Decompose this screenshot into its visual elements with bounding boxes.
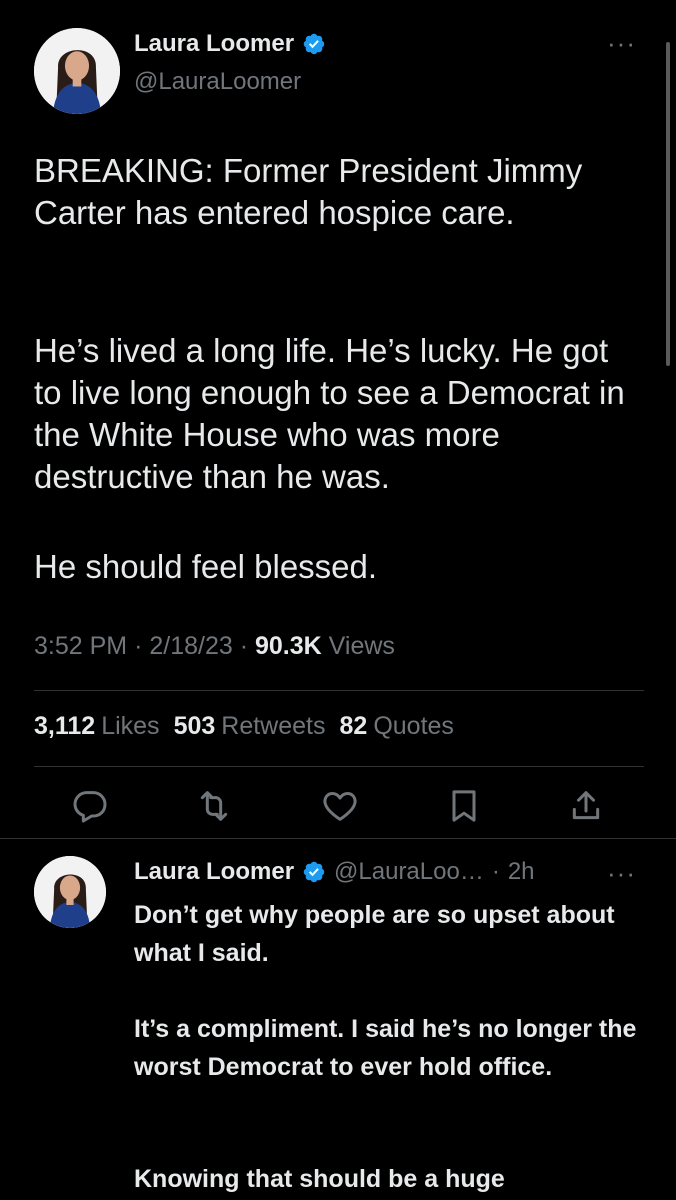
reply-paragraph: Don’t get why people are so upset about …: [134, 901, 615, 967]
retweet-icon[interactable]: [194, 786, 234, 826]
author-handle[interactable]: @LauraLoo…: [334, 858, 484, 886]
tweet-date[interactable]: 2/18/23: [149, 632, 232, 660]
author-handle[interactable]: @LauraLoomer: [134, 68, 301, 96]
share-icon[interactable]: [566, 786, 606, 826]
divider: [34, 766, 644, 767]
verified-badge-icon: [302, 32, 326, 56]
like-icon[interactable]: [320, 786, 360, 826]
engagement-stats: 3,112 Likes 503 Retweets 82 Quotes: [34, 712, 454, 741]
tweet-paragraph: He should feel blessed.: [34, 548, 378, 585]
more-options-icon[interactable]: ···: [607, 28, 636, 59]
tweet-time[interactable]: 3:52 PM: [34, 632, 127, 660]
reply-paragraph: It’s a compliment. I said he’s no longer…: [134, 1015, 637, 1081]
tweet-paragraph: BREAKING: Former President Jimmy Carter …: [34, 152, 583, 231]
author-name[interactable]: Laura Loomer: [134, 30, 294, 58]
author-name[interactable]: Laura Loomer: [134, 858, 294, 886]
likes-stat[interactable]: 3,112 Likes: [34, 712, 160, 741]
avatar[interactable]: [34, 856, 106, 928]
avatar[interactable]: [34, 28, 120, 114]
action-bar: [70, 786, 610, 826]
views-count: 90.3K: [255, 632, 322, 660]
divider: [34, 690, 644, 691]
more-options-icon[interactable]: ···: [607, 858, 636, 889]
scrollbar[interactable]: [666, 42, 670, 366]
likes-label: Likes: [101, 712, 160, 740]
reply-paragraph: Knowing that should be a huge: [134, 1165, 505, 1193]
bookmark-icon[interactable]: [444, 786, 484, 826]
quotes-stat[interactable]: 82 Quotes: [340, 712, 454, 741]
retweets-stat[interactable]: 503 Retweets: [174, 712, 326, 741]
reply-icon[interactable]: [70, 786, 110, 826]
author-row: Laura Loomer: [134, 30, 326, 58]
separator: ·: [491, 858, 500, 885]
verified-badge-icon: [302, 860, 326, 884]
likes-count: 3,112: [34, 712, 96, 740]
retweets-count: 503: [173, 712, 216, 740]
quotes-label: Quotes: [373, 712, 454, 740]
reply-author-row: Laura Loomer @LauraLoo… · 2h: [134, 858, 535, 886]
tweet-paragraph: He’s lived a long life. He’s lucky. He g…: [34, 332, 625, 495]
quotes-count: 82: [339, 712, 368, 740]
views-label: Views: [328, 632, 395, 660]
tweet-time[interactable]: 2h: [508, 858, 535, 886]
retweets-label: Retweets: [221, 712, 326, 740]
divider: [0, 838, 676, 839]
tweet-meta: 3:52 PM · 2/18/23 · 90.3K Views: [34, 632, 395, 660]
